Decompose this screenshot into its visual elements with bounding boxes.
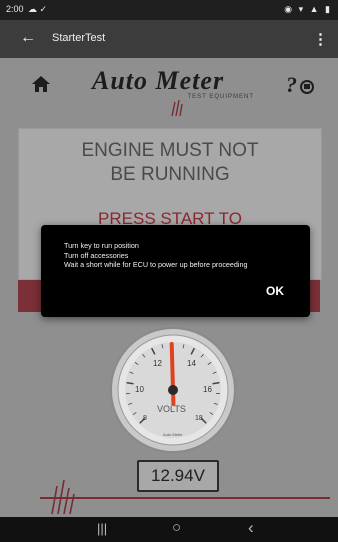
flame-logo-icon bbox=[171, 100, 183, 116]
dialog-message: Turn key to run position Turn off access… bbox=[64, 241, 248, 270]
gauge-tick-label: 12 bbox=[153, 359, 162, 368]
gauge-tick-label: 10 bbox=[135, 385, 144, 394]
engine-warning-line1: ENGINE MUST NOT bbox=[81, 140, 259, 161]
status-right-icons: ◉ ▾ ▲ ▮ bbox=[284, 4, 332, 14]
dialog-line: Turn key to run position bbox=[64, 241, 139, 250]
system-nav-bar: ||| ○ ‹ bbox=[0, 517, 338, 542]
instruction-dialog: Turn key to run position Turn off access… bbox=[41, 225, 310, 317]
back-nav-icon[interactable]: ‹ bbox=[248, 518, 254, 538]
app-bar: ← StarterTest ⋮ bbox=[0, 20, 338, 58]
app-title: StarterTest bbox=[52, 32, 106, 44]
gauge-maker-label: Auto Meter bbox=[163, 432, 183, 437]
footer-divider bbox=[40, 497, 330, 499]
engine-warning-line2: BE RUNNING bbox=[110, 164, 230, 185]
dialog-line: Turn off accessories bbox=[64, 250, 129, 260]
dialog-line: Wait a short while for ECU to power up b… bbox=[64, 260, 248, 269]
recents-icon[interactable]: ||| bbox=[97, 521, 107, 536]
voltage-gauge: 10 12 14 16 8 18 VOLTS Auto Meter bbox=[110, 327, 236, 453]
brand-tagline: TEST EQUIPMENT bbox=[187, 94, 254, 100]
status-bar: 2:00 ☁ ✓ ◉ ▾ ▲ ▮ bbox=[0, 0, 338, 20]
gauge-tick-label: 16 bbox=[203, 385, 212, 394]
home-nav-icon[interactable]: ○ bbox=[172, 519, 181, 536]
gauge-unit-label: VOLTS bbox=[157, 404, 186, 414]
overflow-menu-icon[interactable]: ⋮ bbox=[313, 30, 328, 48]
gauge-tick-label: 8 bbox=[143, 415, 147, 422]
status-time: 2:00 bbox=[6, 4, 24, 14]
home-icon[interactable] bbox=[32, 76, 50, 92]
ok-button[interactable]: OK bbox=[266, 284, 284, 298]
gauge-tick-label: 18 bbox=[195, 415, 203, 422]
brand-name: Auto Meter bbox=[92, 66, 225, 95]
status-left-icons: ☁ ✓ bbox=[28, 4, 48, 14]
voltage-readout: 12.94V bbox=[137, 460, 219, 492]
engine-warning: ENGINE MUST NOT BE RUNNING bbox=[19, 139, 321, 187]
gauge-needle bbox=[169, 342, 176, 406]
help-icon[interactable]: ? bbox=[286, 72, 316, 96]
gauge-hub bbox=[168, 385, 178, 395]
gauge-tick-label: 14 bbox=[187, 359, 196, 368]
flame-footer-icon bbox=[51, 479, 75, 514]
svg-text:?: ? bbox=[286, 72, 297, 96]
back-arrow-icon[interactable]: ← bbox=[20, 29, 36, 47]
brand-logo: Auto Meter TEST EQUIPMENT bbox=[92, 66, 262, 116]
